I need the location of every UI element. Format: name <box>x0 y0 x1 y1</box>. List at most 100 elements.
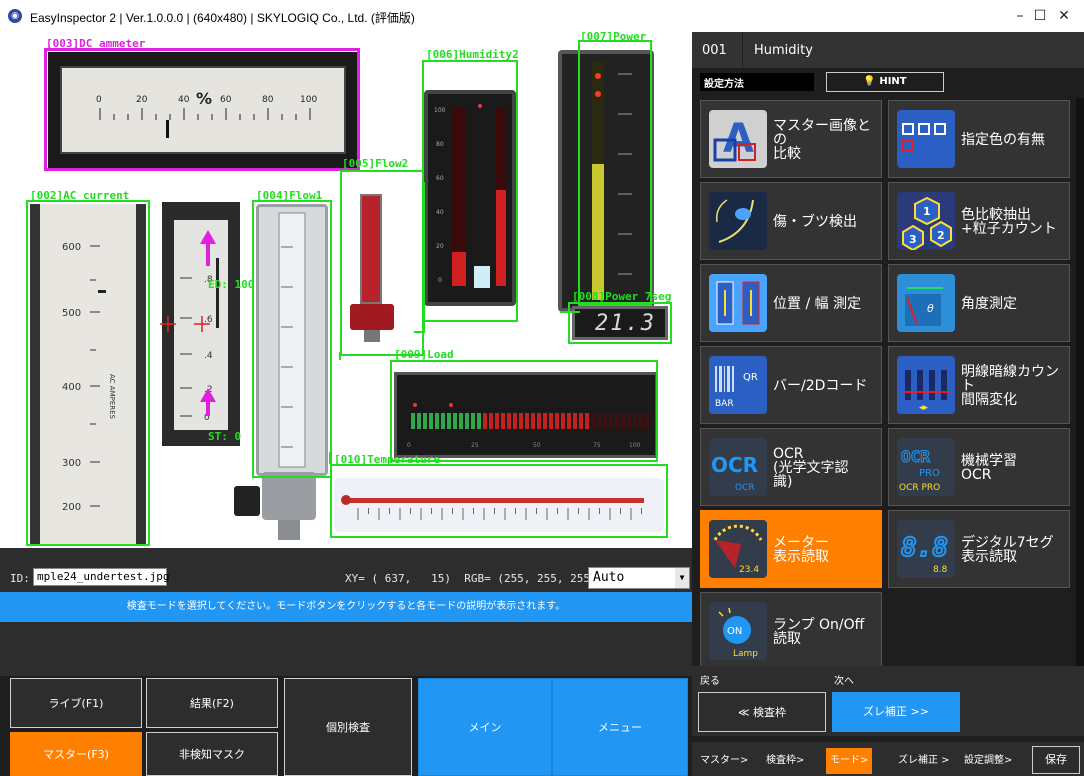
ocr-pro-icon-pro-text: PRO <box>919 468 940 479</box>
item-number: 001 <box>702 43 727 58</box>
qr-icon-text: QR <box>743 372 758 383</box>
mode-label: 角度測定 <box>961 296 1017 312</box>
ocr-icon: OCR OCR <box>709 438 767 496</box>
mode-label: マスター画像との 比較 <box>773 118 871 162</box>
prev-button[interactable]: ≪ 検査枠 <box>698 692 826 732</box>
menu-button[interactable]: メニュー <box>552 678 688 776</box>
chevron-down-icon[interactable]: ▼ <box>675 568 689 588</box>
mode-lamp[interactable]: ON Lamp ランプ On/Off 読取 <box>700 592 882 670</box>
mode-list-scrollbar[interactable] <box>1076 98 1084 692</box>
ocr-pro-icon-text: OCR <box>901 447 930 466</box>
info-row: ID: mple24_undertest.jpg XY= ( 637, 15) … <box>0 548 692 592</box>
close-button[interactable]: ✕ <box>1044 4 1084 28</box>
lamp-icon: ON Lamp <box>709 602 767 660</box>
cursor-xy-rgb-readout: XY= ( 637, 15) RGB= (255, 255, 255) <box>345 572 597 585</box>
scratch-detect-icon <box>709 192 767 250</box>
mode-label: 明線暗線カウント 間隔変化 <box>961 364 1059 408</box>
svg-text:2: 2 <box>937 229 945 242</box>
lamp-icon-label: Lamp <box>733 649 758 659</box>
non-detect-mask-button[interactable]: 非検知マスク <box>146 732 278 776</box>
mode-barcode[interactable]: BAR QR バー/2Dコード <box>700 346 882 424</box>
meter-icon-value: 23.4 <box>739 565 759 575</box>
next-button[interactable]: ズレ補正 >> <box>832 692 960 732</box>
inspection-image-viewer[interactable]: 0 20 40 60 80 100 % [003]DC ammeter 600 500 400… <box>0 32 692 548</box>
angle-measure-icon: θ <box>897 274 955 332</box>
app-window: ◉ EasyInspector 2 | Ver.1.0.0.0 | (640x4… <box>0 0 1084 776</box>
mode-label: 色比較抽出 +粒子カウント <box>961 207 1057 237</box>
workflow-steps: マスター> 検査枠> モード> ズレ補正 > 設定調整> 保存 <box>692 742 1084 776</box>
svg-text:1: 1 <box>923 205 931 218</box>
svg-text:θ: θ <box>927 302 934 315</box>
roi-connectors <box>329 182 580 464</box>
line-count-icon: ◂▸ <box>897 356 955 414</box>
particle-count-icon: 12 3 <box>897 192 955 250</box>
mode-label: 傷・ブツ検出 <box>773 214 857 230</box>
mode-position-width[interactable]: 位置 / 幅 測定 <box>700 264 882 342</box>
setting-method-label: 設定方法 <box>700 73 814 91</box>
seg-icon-big: 8.8 <box>901 533 948 563</box>
app-logo-icon: ◉ <box>8 9 22 23</box>
master-compare-icon: A <box>709 110 767 168</box>
ocr-pro-icon: OCR PRO OCR PRO <box>897 438 955 496</box>
svg-text:◂▸: ◂▸ <box>919 403 929 413</box>
mode-label: デジタル7セグ 表示読取 <box>961 535 1054 565</box>
mode-label: 指定色の有無 <box>961 132 1045 148</box>
hint-button[interactable]: 💡 HINT <box>826 72 944 92</box>
result-button[interactable]: 結果(F2) <box>146 678 278 728</box>
image-id-field[interactable]: mple24_undertest.jpg <box>33 568 169 586</box>
id-label: ID: <box>10 572 30 585</box>
window-title: EasyInspector 2 | Ver.1.0.0.0 | (640x480… <box>30 11 415 25</box>
prev-label: 戻る <box>700 676 720 687</box>
prev-next-area: 戻る 次へ ≪ 検査枠 ズレ補正 >> <box>692 666 1084 736</box>
right-panel: 001 Humidity 設定方法 💡 HINT A マスター画像との 比較 指… <box>692 32 1084 776</box>
barcode-icon-text: BAR <box>715 399 734 409</box>
step-master[interactable]: マスター> <box>696 748 752 774</box>
step-settings[interactable]: 設定調整> <box>960 748 1016 774</box>
mode-line-count[interactable]: ◂▸ 明線暗線カウント 間隔変化 <box>888 346 1070 424</box>
individual-inspection-button[interactable]: 個別検査 <box>284 678 412 776</box>
seven-seg-icon: 8.8 8.8 <box>897 520 955 578</box>
mode-ocr[interactable]: OCR OCR OCR (光学文字認 識) <box>700 428 882 506</box>
mode-scratch-detect[interactable]: 傷・ブツ検出 <box>700 182 882 260</box>
header-divider <box>742 32 743 68</box>
master-button[interactable]: マスター(F3) <box>10 732 142 776</box>
title-bar: ◉ EasyInspector 2 | Ver.1.0.0.0 | (640x4… <box>0 0 1084 32</box>
lightbulb-icon: 💡 <box>863 76 876 87</box>
step-mode[interactable]: モード> <box>826 748 873 774</box>
mode-meter-read[interactable]: 23.4 メーター 表示読取 <box>700 510 882 588</box>
color-presence-icon <box>897 110 955 168</box>
save-button[interactable]: 保存 <box>1032 746 1080 774</box>
ocr-icon-text: OCR <box>711 453 758 477</box>
mode-label: ランプ On/Off 読取 <box>773 617 865 647</box>
lamp-icon-on: ON <box>727 626 742 637</box>
ocr-icon-small-text: OCR <box>735 483 755 493</box>
message-bar: 検査モードを選択してください。モードボタンをクリックすると各モードの説明が表示さ… <box>0 592 692 622</box>
live-button[interactable]: ライブ(F1) <box>10 678 142 728</box>
ocr-pro-icon-small-text: OCR PRO <box>899 483 940 493</box>
mode-ocr-pro[interactable]: OCR PRO OCR PRO 機械学習 OCR <box>888 428 1070 506</box>
mode-angle-measure[interactable]: θ 角度測定 <box>888 264 1070 342</box>
mode-label: 機械学習 OCR <box>961 453 1017 483</box>
step-offset-correction[interactable]: ズレ補正 > <box>894 748 954 774</box>
mode-master-compare[interactable]: A マスター画像との 比較 <box>700 100 882 178</box>
mode-seven-seg[interactable]: 8.8 8.8 デジタル7セグ 表示読取 <box>888 510 1070 588</box>
position-width-icon <box>709 274 767 332</box>
status-area <box>0 622 692 676</box>
seg-icon-small: 8.8 <box>933 565 948 575</box>
mode-select-value: Auto <box>593 570 625 585</box>
mode-label: バー/2Dコード <box>773 378 868 394</box>
item-header: 001 Humidity <box>692 32 1084 68</box>
item-name: Humidity <box>754 43 813 58</box>
mode-label: メーター 表示読取 <box>773 535 829 565</box>
hint-label: HINT <box>879 76 907 87</box>
step-inspection-frame[interactable]: 検査枠> <box>762 748 808 774</box>
mode-particle-count[interactable]: 12 3 色比較抽出 +粒子カウント <box>888 182 1070 260</box>
mode-label: OCR (光学文字認 識) <box>773 446 849 490</box>
mode-select[interactable]: Auto ▼ <box>588 567 690 589</box>
barcode-icon: BAR QR <box>709 356 767 414</box>
next-label: 次へ <box>834 676 854 687</box>
mode-color-presence[interactable]: 指定色の有無 <box>888 100 1070 178</box>
svg-text:3: 3 <box>909 233 917 246</box>
meter-read-icon: 23.4 <box>709 520 767 578</box>
main-button[interactable]: メイン <box>418 678 552 776</box>
